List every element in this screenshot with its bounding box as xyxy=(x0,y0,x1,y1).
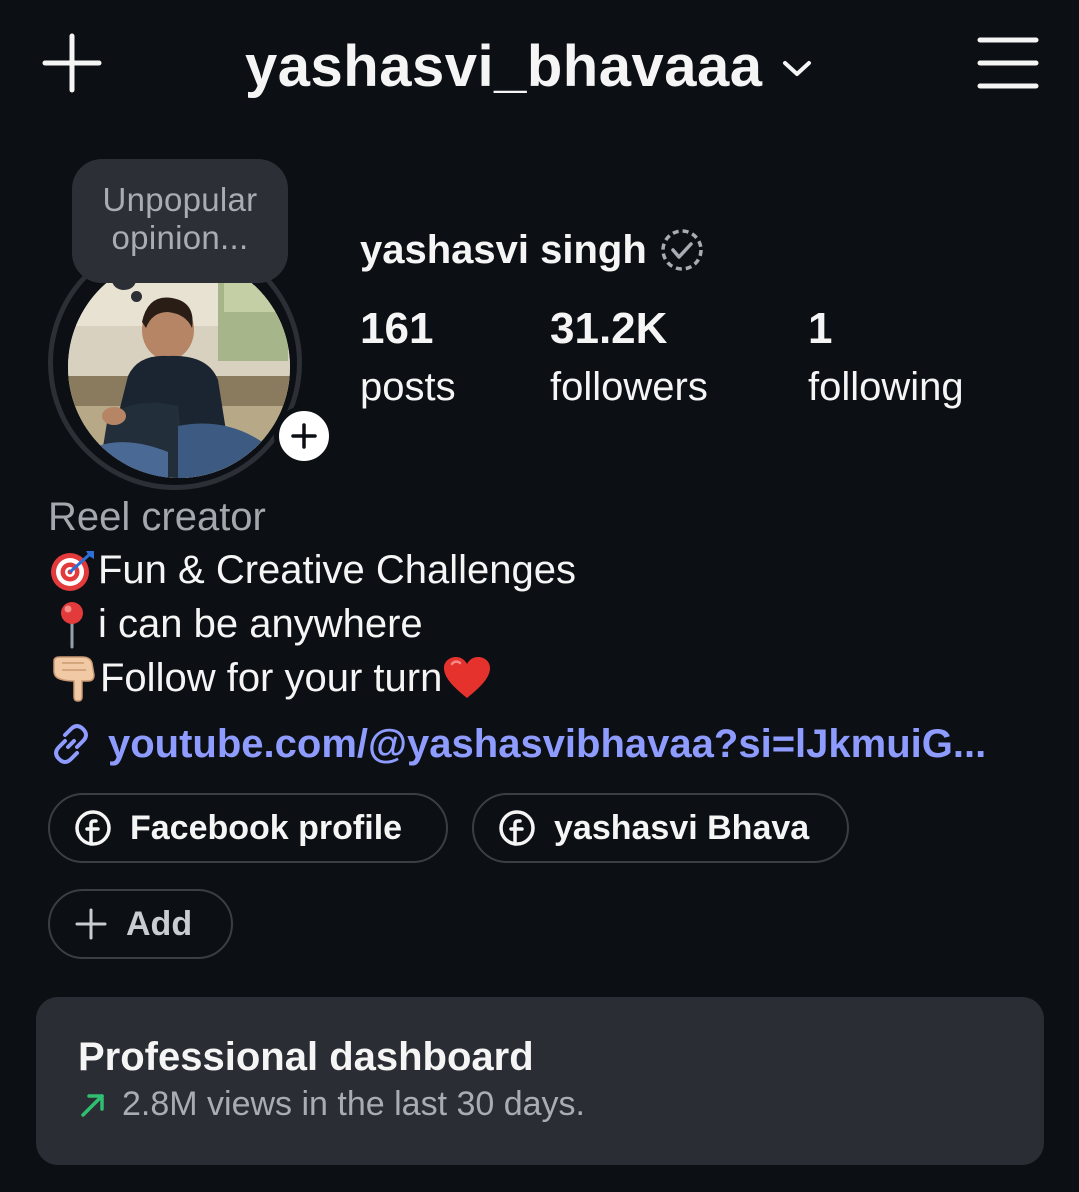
dashboard-subtitle-row: 2.8M views in the last 30 days. xyxy=(78,1085,1002,1124)
dart-target-icon xyxy=(48,547,98,593)
followers-count: 31.2K xyxy=(550,304,668,353)
chip-label: yashasvi Bhava xyxy=(554,808,810,847)
stat-following[interactable]: 1 following xyxy=(808,300,964,416)
facebook-icon xyxy=(75,810,111,846)
chip-label: Add xyxy=(126,904,193,943)
add-story-button[interactable] xyxy=(274,406,334,466)
bio-line: i can be anywhere xyxy=(48,597,423,651)
hamburger-menu-icon xyxy=(977,37,1039,89)
facebook-profile-chip[interactable]: Facebook profile xyxy=(48,793,448,863)
avatar[interactable] xyxy=(68,256,290,478)
facebook-icon xyxy=(499,810,535,846)
profile-category: Reel creator xyxy=(48,495,266,539)
note-bubble-tail xyxy=(112,270,136,290)
round-pushpin-icon xyxy=(48,599,98,649)
note-bubble[interactable]: Unpopular opinion... xyxy=(72,159,288,283)
stat-followers[interactable]: 31.2K followers xyxy=(550,300,708,416)
add-link-chip[interactable]: Add xyxy=(48,889,233,959)
trend-up-arrow-icon xyxy=(81,1093,104,1117)
bio-line-text: Follow for your turn xyxy=(100,656,443,700)
top-bar: yashasvi_bhavaaa xyxy=(0,0,1079,130)
plus-icon xyxy=(42,33,102,93)
bio-line: Follow for your turn xyxy=(48,651,492,705)
followers-label: followers xyxy=(550,365,708,409)
display-name: yashasvi singh xyxy=(360,227,647,272)
link-icon xyxy=(54,724,88,764)
profile-photo xyxy=(68,256,290,478)
dashboard-subtitle: 2.8M views in the last 30 days. xyxy=(122,1085,586,1123)
plus-icon xyxy=(75,908,107,940)
verified-badge-icon[interactable] xyxy=(659,227,705,273)
following-label: following xyxy=(808,365,964,409)
bio-line-text: Fun & Creative Challenges xyxy=(98,548,577,592)
chip-label: Facebook profile xyxy=(130,808,403,847)
pointing-down-hand-icon xyxy=(48,653,100,703)
bio-line-text: i can be anywhere xyxy=(98,602,423,646)
note-bubble-tail-dot xyxy=(131,291,142,302)
stat-posts[interactable]: 161 posts xyxy=(360,300,456,416)
following-count: 1 xyxy=(808,304,833,353)
note-text: Unpopular opinion... xyxy=(102,181,258,256)
external-link[interactable]: youtube.com/@yashasvibhavaa?si=lJkmuiG..… xyxy=(48,715,1048,773)
account-switcher[interactable]: yashasvi_bhavaaa xyxy=(245,26,812,106)
account-username: yashasvi_bhavaaa xyxy=(245,33,763,99)
menu-button[interactable] xyxy=(972,30,1044,96)
posts-count: 161 xyxy=(360,304,434,353)
facebook-page-chip[interactable]: yashasvi Bhava xyxy=(472,793,849,863)
professional-dashboard-card[interactable]: Professional dashboard 2.8M views in the… xyxy=(36,997,1044,1165)
link-text: youtube.com/@yashasvibhavaa?si=lJkmuiG..… xyxy=(108,721,987,766)
posts-label: posts xyxy=(360,365,456,409)
display-name-row: yashasvi singh xyxy=(360,222,705,278)
dashboard-title: Professional dashboard xyxy=(78,1035,534,1079)
plus-icon xyxy=(291,423,317,449)
create-new-button[interactable] xyxy=(36,30,108,96)
red-heart-icon xyxy=(442,655,492,701)
bio-line: Fun & Creative Challenges xyxy=(48,543,576,597)
chevron-down-icon xyxy=(783,61,812,76)
